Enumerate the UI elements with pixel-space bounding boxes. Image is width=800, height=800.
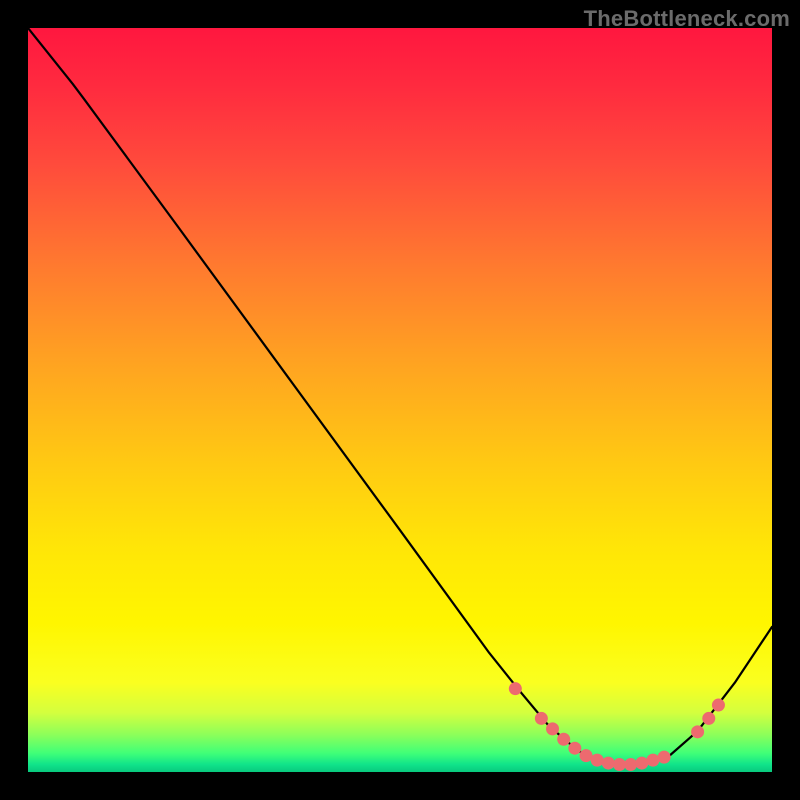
chart-marker: [509, 682, 522, 695]
chart-marker: [591, 754, 604, 767]
watermark-label: TheBottleneck.com: [584, 6, 790, 32]
chart-marker: [602, 757, 615, 770]
chart-marker: [646, 754, 659, 767]
chart-marker: [535, 712, 548, 725]
chart-marker: [691, 725, 704, 738]
chart-marker: [712, 699, 725, 712]
chart-marker: [557, 733, 570, 746]
chart-markers: [509, 682, 725, 771]
chart-marker: [568, 742, 581, 755]
chart-marker: [702, 712, 715, 725]
chart-curve: [28, 28, 772, 765]
chart-marker: [624, 758, 637, 771]
chart-marker: [613, 758, 626, 771]
chart-marker: [580, 749, 593, 762]
chart-marker: [635, 757, 648, 770]
chart-plot-area: [28, 28, 772, 772]
chart-marker: [546, 722, 559, 735]
chart-stage: TheBottleneck.com: [0, 0, 800, 800]
chart-marker: [658, 751, 671, 764]
chart-svg: [28, 28, 772, 772]
